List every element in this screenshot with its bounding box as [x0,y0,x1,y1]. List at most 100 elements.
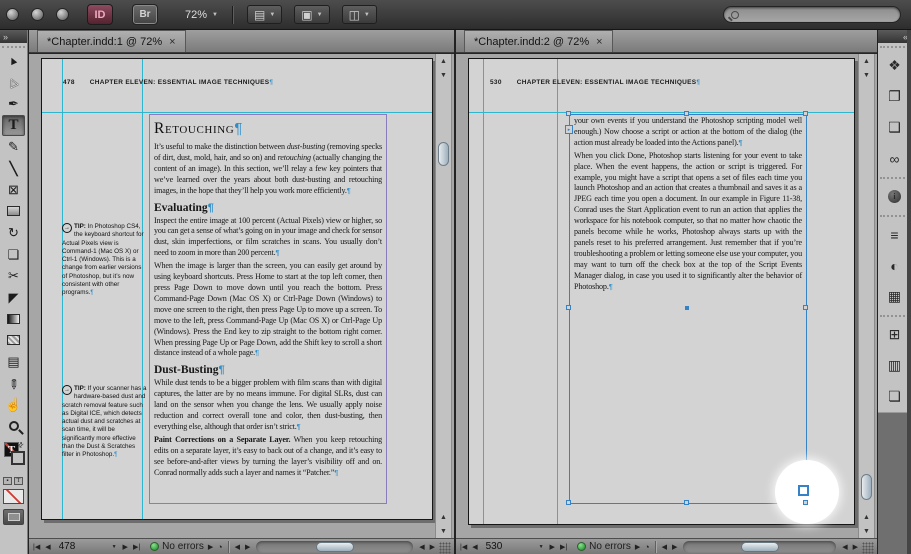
search-input[interactable] [743,9,893,20]
hand-tool[interactable]: ☝ [0,394,27,416]
chevron-down-icon: ▼ [316,11,323,18]
vertical-scrollbar-2[interactable]: ▲ ▼ ▲ ▼ [858,54,875,538]
frame-handle-bottom-center[interactable] [684,500,689,505]
frame-handle-middle-right[interactable] [803,305,808,310]
first-page-button[interactable]: |◀ [32,543,41,551]
resize-grip[interactable] [862,542,874,554]
scroll-up-button[interactable]: ▲ [859,510,874,524]
horizontal-scrollbar-2[interactable] [683,540,837,553]
first-page-button[interactable]: |◀ [459,543,468,551]
preflight-arrow-icon[interactable]: ▶ [207,543,214,551]
scroll-up-button[interactable]: ▲ [859,54,874,68]
scroll-right-button[interactable]: ▶ [244,543,251,551]
page-menu-icon[interactable]: ▼ [110,544,119,550]
column-guide-left[interactable] [483,59,484,524]
formatting-affects-text-icon[interactable]: T [14,477,23,485]
last-page-button[interactable]: ▶| [559,543,568,551]
preflight-menu-icon[interactable]: ◔ [217,542,222,552]
previous-page-button[interactable]: ◀ [44,543,51,551]
gradient-feather-tool[interactable] [0,330,27,352]
horizontal-scrollbar-thumb[interactable] [315,541,354,552]
page-number-field[interactable] [54,540,107,553]
last-page-button[interactable]: ▶| [132,543,141,551]
scroll-right-button[interactable]: ▶ [429,543,436,551]
scroll-left-button[interactable]: ◀ [418,543,425,551]
scrollbar-thumb[interactable] [438,142,449,166]
document-tab-2[interactable]: *Chapter.indd:2 @ 72% × [464,30,613,52]
margin-guide-top[interactable] [469,112,854,113]
scroll-down-button[interactable]: ▼ [859,68,874,82]
frame-handle-top-right[interactable] [803,111,808,116]
scroll-up-button[interactable]: ▲ [436,510,451,524]
previous-page-button[interactable]: ◀ [471,543,478,551]
eyedropper-tool[interactable]: ✐ [0,373,27,395]
direct-selection-tool[interactable]: ▷ [0,72,27,94]
arrange-documents-button[interactable]: ◫ ▼ [341,5,377,24]
vertical-scrollbar-1[interactable]: ▲ ▼ ▲ ▼ [435,54,452,538]
frame-resize-handle-active[interactable] [798,485,809,496]
view-options-button[interactable]: ▤ ▼ [246,5,283,24]
type-tool[interactable]: T [2,114,25,136]
margin-guide-top[interactable] [42,112,432,113]
scroll-down-button[interactable]: ▼ [859,524,874,538]
search-field[interactable] [723,6,901,23]
formatting-affects-container-icon[interactable]: ▪ [3,477,12,485]
close-tab-icon[interactable]: × [596,36,602,48]
position-tool[interactable]: ◤ [0,287,27,309]
scroll-right-button[interactable]: ▶ [671,543,678,551]
close-window-button[interactable] [6,8,19,21]
scrollbar-thumb[interactable] [861,474,872,500]
frame-handle-top-left[interactable] [566,111,571,116]
frame-center-point[interactable] [685,306,689,310]
scroll-left-button[interactable]: ◀ [841,543,848,551]
gradient-swatch-tool[interactable] [0,308,27,330]
column-guide-sidebar[interactable] [557,59,558,524]
frame-handle-top-center[interactable] [684,111,689,116]
page-number-field[interactable] [481,540,534,553]
zoom-tool[interactable] [0,416,27,438]
scroll-left-button[interactable]: ◀ [234,543,241,551]
apply-none-button[interactable] [3,489,24,504]
scroll-up-button[interactable]: ▲ [436,54,451,68]
frame-tool[interactable]: ⊠ [0,179,27,201]
preflight-arrow-icon[interactable]: ▶ [634,543,641,551]
dock-gripper [880,43,909,48]
heading: Evaluating¶ [154,201,214,214]
tools-panel-header[interactable]: » [0,30,27,43]
zoom-level-dropdown[interactable]: 72% ▼ [185,9,218,21]
resize-grip[interactable] [439,542,451,554]
scroll-down-button[interactable]: ▼ [436,68,451,82]
horizontal-scrollbar-1[interactable] [256,540,414,553]
scissors-tool[interactable]: ✂ [0,265,27,287]
page-menu-icon[interactable]: ▼ [537,544,546,550]
preflight-menu-icon[interactable]: ◔ [644,542,649,552]
screen-mode-button[interactable]: ▣ ▼ [294,5,330,24]
rectangle-tool[interactable] [0,201,27,223]
next-page-button[interactable]: ▶ [549,543,556,551]
text-frame-main[interactable]: Retouching¶ It’s useful to make the disti… [149,114,387,504]
screen-mode-toggle-button[interactable] [3,509,24,525]
selection-tool[interactable]: ► [0,50,27,72]
scale-tool[interactable]: ❏ [0,244,27,266]
fill-stroke-proxy[interactable]: T ⇄ [2,441,26,475]
pen-tool[interactable]: ✒ [0,93,27,115]
rotate-tool[interactable]: ↻ [0,222,27,244]
horizontal-scrollbar-thumb[interactable] [740,541,779,552]
minimize-window-button[interactable] [31,8,44,21]
frame-handle-bottom-left[interactable] [566,500,571,505]
bridge-button[interactable]: Br [132,4,158,25]
zoom-window-button[interactable] [56,8,69,21]
stroke-swatch[interactable] [11,451,25,465]
line-tool[interactable]: ╲ [0,158,27,180]
scroll-right-button[interactable]: ▶ [852,543,859,551]
pencil-tool[interactable]: ✎ [0,136,27,158]
scroll-left-button[interactable]: ◀ [661,543,668,551]
document-tab-1[interactable]: *Chapter.indd:1 @ 72% × [37,30,186,52]
frame-handle-bottom-right[interactable] [803,500,808,505]
close-tab-icon[interactable]: × [169,36,175,48]
next-page-button[interactable]: ▶ [122,543,129,551]
text-inport-marker[interactable]: ▸ [565,125,573,134]
frame-handle-middle-left[interactable] [566,305,571,310]
note-tool[interactable]: ▤ [0,351,27,373]
scroll-down-button[interactable]: ▼ [436,524,451,538]
